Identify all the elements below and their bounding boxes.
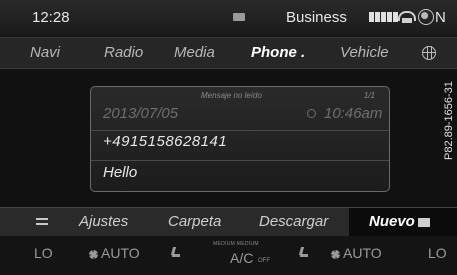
status-bar: 12:28 Business N bbox=[0, 0, 457, 36]
menu-item-radio[interactable]: Radio bbox=[104, 44, 143, 61]
fan-icon bbox=[331, 249, 340, 259]
main-menu: Navi Radio Media Phone . Vehicle bbox=[0, 37, 457, 69]
climate-bar: LO AUTO MEDIUM MEDIUM A/C OFF AUTO LO bbox=[0, 236, 457, 275]
seat-heat-icon[interactable] bbox=[170, 247, 182, 259]
menu-item-vehicle[interactable]: Vehicle bbox=[340, 44, 389, 61]
message-sender: +4915158628141 bbox=[103, 133, 228, 150]
message-card[interactable]: Mensaje no leído 1/1 2013/07/05 10:46am … bbox=[90, 86, 390, 192]
softkey-nuevo-label: Nuevo bbox=[369, 213, 415, 230]
left-fan-label: AUTO bbox=[101, 245, 140, 261]
globe-icon[interactable] bbox=[422, 46, 436, 60]
right-fan-label: AUTO bbox=[343, 245, 382, 261]
message-date: 2013/07/05 bbox=[103, 105, 179, 122]
status-letter: N bbox=[435, 9, 446, 26]
left-fan-control[interactable]: AUTO bbox=[89, 245, 140, 261]
globe-icon bbox=[418, 9, 434, 25]
softkey-bar: Ajustes Carpeta Descargar Nuevo bbox=[0, 207, 457, 237]
fan-icon bbox=[89, 249, 98, 259]
ac-mode-label: MEDIUM MEDIUM bbox=[213, 241, 259, 247]
clock: 12:28 bbox=[32, 9, 70, 26]
right-temperature[interactable]: LO bbox=[428, 245, 447, 261]
menu-item-navi[interactable]: Navi bbox=[30, 44, 60, 61]
back-icon[interactable] bbox=[36, 216, 50, 226]
message-icon bbox=[233, 13, 245, 21]
menu-item-phone[interactable]: Phone . bbox=[251, 44, 305, 61]
message-text: Hello bbox=[103, 164, 138, 181]
carrier-name: Business bbox=[286, 9, 347, 26]
divider bbox=[91, 130, 389, 131]
signal-icon bbox=[369, 12, 398, 22]
envelope-icon bbox=[417, 217, 430, 227]
message-status: Mensaje no leído bbox=[201, 91, 262, 100]
softkey-carpeta[interactable]: Carpeta bbox=[168, 213, 221, 230]
left-temperature[interactable]: LO bbox=[34, 245, 53, 261]
seat-heat-icon[interactable] bbox=[298, 247, 310, 259]
clock-icon bbox=[307, 109, 316, 118]
message-time: 10:46am bbox=[324, 105, 383, 122]
softkey-descargar[interactable]: Descargar bbox=[259, 213, 328, 230]
softkey-nuevo[interactable]: Nuevo bbox=[369, 213, 430, 230]
head-unit-screen: 12:28 Business N Navi Radio Media Phone … bbox=[0, 0, 457, 275]
divider bbox=[91, 160, 389, 161]
message-page: 1/1 bbox=[363, 91, 375, 100]
phone-icon bbox=[398, 11, 416, 23]
menu-item-media[interactable]: Media bbox=[174, 44, 215, 61]
right-fan-control[interactable]: AUTO bbox=[331, 245, 382, 261]
ac-state: OFF bbox=[258, 258, 270, 264]
ac-label[interactable]: A/C bbox=[230, 250, 253, 266]
softkey-ajustes[interactable]: Ajustes bbox=[79, 213, 128, 230]
image-code: P82.89-1656-31 bbox=[443, 81, 455, 160]
